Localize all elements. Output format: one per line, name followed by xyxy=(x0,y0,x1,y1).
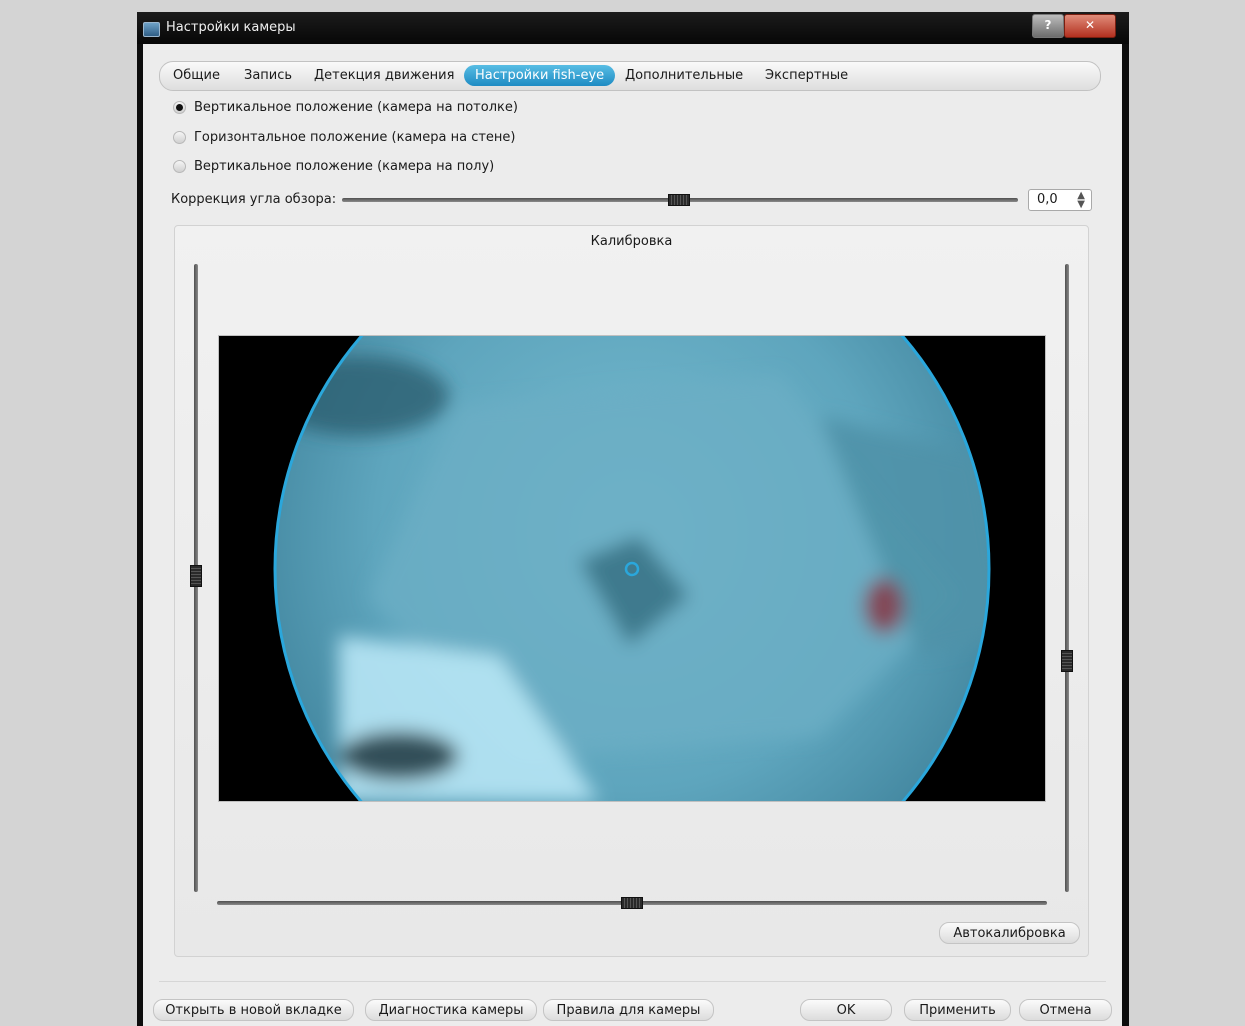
fov-value: 0,0 xyxy=(1037,192,1058,207)
fov-correction-slider[interactable] xyxy=(342,194,1018,206)
radio-wall-label: Горизонтальное положение (камера на стен… xyxy=(194,130,516,145)
bottom-horizontal-slider[interactable] xyxy=(217,897,1047,909)
close-button[interactable]: ✕ xyxy=(1064,14,1116,38)
camera-settings-window: Настройки камеры ? ✕ Общие Запись Детекц… xyxy=(137,12,1129,1026)
tab-recording[interactable]: Запись xyxy=(233,65,303,86)
tab-general[interactable]: Общие xyxy=(162,65,231,86)
left-vertical-slider[interactable] xyxy=(190,264,202,892)
fov-spinbox[interactable]: 0,0 ▲ ▼ xyxy=(1028,189,1092,211)
calibration-title: Калибровка xyxy=(590,234,673,249)
right-vertical-slider[interactable] xyxy=(1061,264,1073,892)
camera-diagnostics-button[interactable]: Диагностика камеры xyxy=(365,999,537,1021)
tab-fisheye-settings[interactable]: Настройки fish-eye xyxy=(464,65,616,86)
auto-calibration-button[interactable]: Автокалибровка xyxy=(939,922,1080,944)
radio-wall-indicator[interactable] xyxy=(173,131,186,144)
title-bar[interactable]: Настройки камеры ? ✕ xyxy=(137,12,1129,44)
dialog-body: Общие Запись Детекция движения Настройки… xyxy=(143,44,1122,1026)
radio-ceiling-label: Вертикальное положение (камера на потолк… xyxy=(194,100,518,115)
tab-expert[interactable]: Экспертные xyxy=(754,65,859,86)
right-slider-handle[interactable] xyxy=(1061,650,1073,672)
app-icon xyxy=(143,22,160,37)
bottom-slider-handle[interactable] xyxy=(621,897,643,909)
fov-correction-label: Коррекция угла обзора: xyxy=(171,192,337,207)
fisheye-preview[interactable] xyxy=(218,335,1046,802)
footer-divider xyxy=(159,981,1106,982)
camera-rules-button[interactable]: Правила для камеры xyxy=(543,999,714,1021)
tab-motion-detection[interactable]: Детекция движения xyxy=(303,65,465,86)
radio-floor-indicator[interactable] xyxy=(173,160,186,173)
spin-arrows-icon[interactable]: ▲ ▼ xyxy=(1077,191,1085,210)
ok-button[interactable]: OK xyxy=(800,999,892,1021)
tab-additional[interactable]: Дополнительные xyxy=(614,65,754,86)
help-button[interactable]: ? xyxy=(1032,14,1064,38)
radio-floor-label: Вертикальное положение (камера на полу) xyxy=(194,159,495,174)
cancel-button[interactable]: Отмена xyxy=(1019,999,1112,1021)
left-slider-handle[interactable] xyxy=(190,565,202,587)
tab-bar: Общие Запись Детекция движения Настройки… xyxy=(159,61,1101,91)
apply-button[interactable]: Применить xyxy=(904,999,1011,1021)
fov-slider-handle[interactable] xyxy=(668,194,690,206)
window-title: Настройки камеры xyxy=(166,20,296,35)
calibration-group: Калибровка Автокалибровка xyxy=(174,225,1089,957)
fisheye-image xyxy=(219,336,1045,801)
open-new-tab-button[interactable]: Открыть в новой вкладке xyxy=(153,999,354,1021)
radio-ceiling-indicator[interactable] xyxy=(173,101,186,114)
